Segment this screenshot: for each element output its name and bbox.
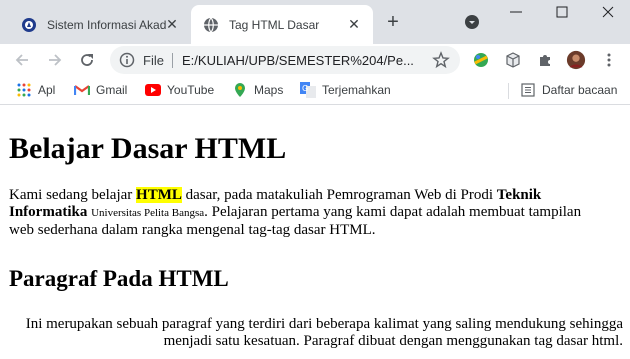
omnibox-divider: [172, 53, 173, 68]
apps-grid-icon: [16, 82, 32, 98]
tab-strip: Sistem Informasi Akad ✕ Tag HTML Dasar ✕…: [0, 0, 630, 44]
browser-toolbar: File E:/KULIAH/UPB/SEMESTER%204/Pe...: [0, 44, 630, 77]
extensions-puzzle-icon[interactable]: [535, 50, 555, 70]
bookmark-apl[interactable]: Apl: [16, 82, 55, 98]
bookmark-label: Maps: [254, 83, 284, 97]
para1-text-1: Kami sedang belajar: [9, 187, 137, 203]
reading-list-icon: [520, 82, 536, 98]
tab-close-icon[interactable]: ✕: [347, 17, 361, 31]
para1-text-2: dasar, pada matakuliah Pemrograman Web d…: [181, 187, 497, 203]
minimize-icon[interactable]: [506, 4, 526, 20]
translate-icon: G: [300, 82, 316, 98]
tab-search-icon[interactable]: [464, 14, 480, 30]
globe-icon: [203, 17, 219, 33]
svg-text:G: G: [302, 84, 308, 93]
bookmark-label: Terjemahkan: [322, 83, 391, 97]
maps-icon: [232, 82, 248, 98]
address-bar[interactable]: File E:/KULIAH/UPB/SEMESTER%204/Pe...: [110, 46, 460, 74]
university-logo-icon: [21, 17, 37, 33]
reading-list-label: Daftar bacaan: [542, 83, 618, 97]
page-heading: Belajar Dasar HTML: [9, 132, 287, 165]
bookmarks-bar: Apl Gmail YouTube Maps G Terjemahkan Daf…: [0, 77, 630, 105]
scheme-label: File: [143, 53, 164, 68]
tab-title: Sistem Informasi Akad: [47, 17, 167, 32]
forward-icon[interactable]: [45, 50, 65, 70]
tab-tag-html-dasar[interactable]: Tag HTML Dasar ✕: [191, 5, 373, 44]
reading-list-button[interactable]: Daftar bacaan: [520, 82, 617, 98]
back-icon[interactable]: [12, 50, 32, 70]
bookmark-youtube[interactable]: YouTube: [145, 82, 214, 98]
more-menu-icon[interactable]: [599, 50, 619, 70]
bookmark-label: Apl: [38, 83, 56, 97]
maximize-icon[interactable]: [552, 4, 572, 20]
tab-close-icon[interactable]: ✕: [165, 17, 179, 31]
gmail-icon: [74, 82, 90, 98]
tab-title: Tag HTML Dasar: [229, 17, 320, 32]
bookmark-label: YouTube: [167, 83, 215, 97]
extension-globe-icon[interactable]: [471, 50, 491, 70]
bookmark-maps[interactable]: Maps: [232, 82, 283, 98]
small-university: Universitas Pelita Bangsa: [91, 207, 205, 219]
reload-icon[interactable]: [77, 50, 97, 70]
section-heading: Paragraf Pada HTML: [9, 266, 229, 291]
bookmark-gmail[interactable]: Gmail: [74, 82, 127, 98]
url-text[interactable]: E:/KULIAH/UPB/SEMESTER%204/Pe...: [182, 53, 422, 68]
page-viewport: Belajar Dasar HTML Kami sedang belajar H…: [0, 105, 630, 359]
right-aligned-paragraph: Ini merupakan sebuah paragraf yang terdi…: [25, 316, 623, 349]
highlighted-html: HTML: [136, 187, 182, 203]
tab-sistem-informasi[interactable]: Sistem Informasi Akad ✕: [9, 5, 191, 44]
close-window-icon[interactable]: [598, 4, 618, 20]
bookmark-terjemahkan[interactable]: G Terjemahkan: [300, 82, 391, 98]
bookmarks-divider: [508, 83, 509, 99]
new-tab-button[interactable]: +: [383, 12, 403, 32]
info-icon[interactable]: [119, 52, 135, 73]
profile-avatar-icon[interactable]: [566, 50, 586, 70]
extension-cube-icon[interactable]: [503, 50, 523, 70]
intro-paragraph: Kami sedang belajar HTML dasar, pada mat…: [9, 187, 609, 239]
bookmark-label: Gmail: [96, 83, 128, 97]
youtube-icon: [145, 82, 161, 98]
bookmark-star-icon[interactable]: [432, 51, 450, 74]
